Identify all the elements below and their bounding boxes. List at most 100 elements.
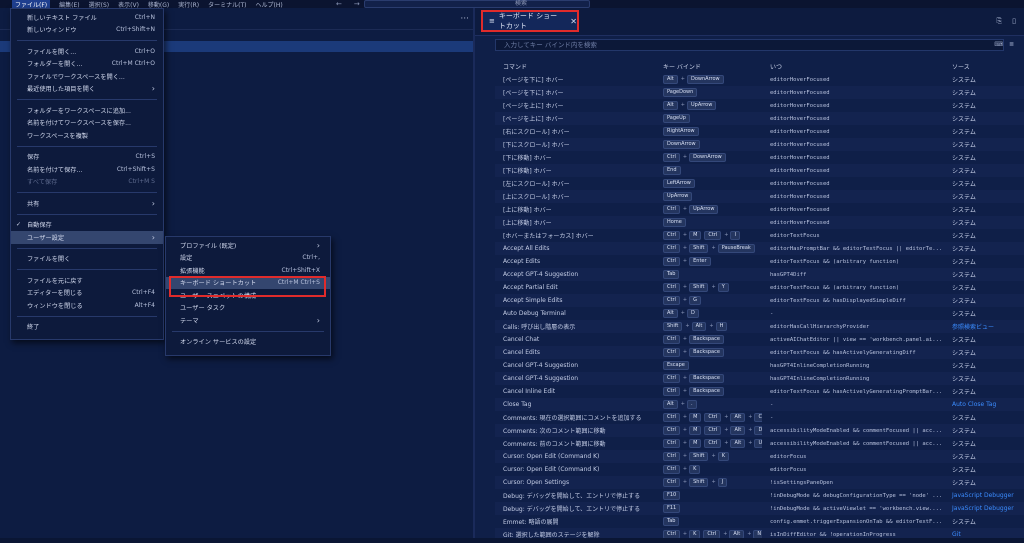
menu-item[interactable]: オンライン サービスの設定 bbox=[166, 336, 330, 349]
when-cell: hasGPT4InlineCompletionRunning bbox=[770, 362, 870, 369]
menu-item[interactable]: 最近使用した項目を開く › bbox=[11, 83, 163, 96]
menu-item[interactable]: ファイルを開く... Ctrl+O bbox=[11, 45, 163, 58]
source-cell[interactable]: Auto Close Tag bbox=[944, 398, 1024, 411]
key-badge: DownArrow bbox=[663, 140, 700, 149]
table-row[interactable]: Cancel GPT-4 Suggestion Escape hasGPT4Inli… bbox=[495, 359, 1024, 372]
key-badge: Down bbox=[754, 426, 762, 435]
column-header[interactable]: いつ bbox=[762, 60, 944, 73]
menu-item[interactable]: キーボード ショートカット Ctrl+M Ctrl+S bbox=[166, 276, 330, 289]
key-badge: Shift bbox=[689, 283, 709, 292]
command-cell: Accept Partial Edit bbox=[503, 284, 558, 291]
source-cell[interactable]: JavaScript Debugger bbox=[944, 502, 1024, 515]
keybindings-search-input[interactable]: 入力してキー バインド内を検索 bbox=[495, 39, 1004, 51]
menu-separator bbox=[17, 145, 157, 147]
when-cell: !inDebugMode && activeViewlet == 'workbe… bbox=[762, 502, 944, 515]
more-actions-icon[interactable]: ··· bbox=[460, 14, 469, 24]
table-row[interactable]: [下にスクロール] ホバー DownArrow editorHoverFocused… bbox=[495, 138, 1024, 151]
record-keys-icon[interactable]: ⌨ bbox=[994, 41, 1003, 48]
plus-sign: + bbox=[682, 427, 688, 433]
table-row[interactable]: Accept Edits Ctrl + Enter editorTextFocus &&… bbox=[495, 255, 1024, 268]
sort-by-precedence-icon[interactable]: ≣ bbox=[1009, 41, 1014, 48]
column-header[interactable]: キー バインド bbox=[655, 60, 762, 73]
menu-item[interactable]: 新しいテキスト ファイル Ctrl+N bbox=[11, 11, 163, 24]
table-row[interactable]: Accept Simple Edits Ctrl + GeditorTextFocus… bbox=[495, 294, 1024, 307]
table-row[interactable]: Debug: デバッグを開始して、エントリで停止する F11 !inDebugMod… bbox=[495, 502, 1024, 515]
table-row[interactable]: Cursor: Open Edit (Command K) Ctrl + Kedito… bbox=[495, 463, 1024, 476]
column-header[interactable]: コマンド bbox=[495, 60, 655, 73]
table-row[interactable]: Comments: 次のコメント範囲に移動Ctrl+M Ctrl+Alt+Dow… bbox=[495, 424, 1024, 437]
menu-item[interactable]: ファイルを元に戻す bbox=[11, 274, 163, 287]
table-row[interactable]: Cursor: Open Edit (Command K) Ctrl + Shift +… bbox=[495, 450, 1024, 463]
menu-item[interactable]: 新しいウィンドウ Ctrl+Shift+N bbox=[11, 24, 163, 37]
menu-item[interactable]: ワークスペースを複製 bbox=[11, 129, 163, 142]
split-editor-icon[interactable]: ▯ bbox=[1012, 17, 1016, 26]
table-row[interactable]: Debug: デバッグを開始して、エントリで停止する F10 !inDebugMod… bbox=[495, 489, 1024, 502]
table-row[interactable]: Accept GPT-4 Suggestion Tab hasGPT4Diff システ… bbox=[495, 268, 1024, 281]
source-cell[interactable]: 参照検索ビュー bbox=[944, 320, 1024, 333]
menu-separator bbox=[17, 247, 157, 249]
keybinding-cell: Ctrl + Backspace bbox=[655, 385, 762, 398]
table-row[interactable]: Close Tag Alt +. - Auto Close Tag bbox=[495, 398, 1024, 411]
table-row[interactable]: [左にスクロール] ホバー LeftArrow editorHoverFocused… bbox=[495, 177, 1024, 190]
table-row[interactable]: [ページを下に] ホバー PageDown editorHoverFocused シス… bbox=[495, 86, 1024, 99]
menu-item[interactable]: フォルダーを開く... Ctrl+M Ctrl+O bbox=[11, 58, 163, 71]
menu-item[interactable]: ファイルを開く bbox=[11, 253, 163, 266]
table-row[interactable]: Cancel Inline Edit Ctrl + Backspace editorTe… bbox=[495, 385, 1024, 398]
keybinding-cell: Ctrl + M Ctrl + I bbox=[655, 229, 762, 242]
menu-item[interactable]: テーマ › bbox=[166, 314, 330, 327]
close-tab-icon[interactable]: ✕ bbox=[570, 17, 577, 26]
table-row[interactable]: Auto Debug Terminal Alt + D - システム bbox=[495, 307, 1024, 320]
menu-item[interactable]: ユーザー スニペットの構成 bbox=[166, 289, 330, 302]
table-row[interactable]: [ホバーまたはフォーカス] ホバー Ctrl + M Ctrl + IeditorText… bbox=[495, 229, 1024, 242]
menu-item[interactable]: 終了 bbox=[11, 321, 163, 334]
table-row[interactable]: Accept All Edits Ctrl + Shift + PauseBreak edi… bbox=[495, 242, 1024, 255]
table-row[interactable]: Cancel GPT-4 Suggestion Ctrl + Backspace has… bbox=[495, 372, 1024, 385]
menu-item[interactable]: 保存 Ctrl+S bbox=[11, 151, 163, 164]
table-row[interactable]: [ページを上に] ホバー PageUp editorHoverFocused システム bbox=[495, 112, 1024, 125]
table-row[interactable]: [右にスクロール] ホバー RightArrow editorHoverFocuse… bbox=[495, 125, 1024, 138]
menu-item[interactable]: 設定 Ctrl+, bbox=[166, 252, 330, 265]
table-row[interactable]: Comments: 前のコメント範囲に移動Ctrl+M Ctrl+Alt+UpA… bbox=[495, 437, 1024, 450]
when-cell: editorFocus bbox=[770, 466, 807, 473]
table-row[interactable]: Cancel Edits Ctrl + Backspace editorTextFocu… bbox=[495, 346, 1024, 359]
menu-item[interactable]: フォルダーをワークスペースに追加... bbox=[11, 104, 163, 117]
menu-item-label: オンライン サービスの設定 bbox=[180, 339, 257, 347]
table-row[interactable]: [ページを上に] ホバー Alt + UpArrow editorHoverFocuse… bbox=[495, 99, 1024, 112]
table-row[interactable]: Calls: 呼び出し階層の表示 Shift + Alt + HeditorHasCall… bbox=[495, 320, 1024, 333]
source-cell: システム bbox=[944, 372, 1024, 385]
when-cell: hasGPT4Diff bbox=[762, 268, 944, 281]
menu-item[interactable]: 拡張機能 Ctrl+Shift+X bbox=[166, 264, 330, 277]
open-json-icon[interactable]: ⎘ bbox=[997, 17, 1003, 26]
table-row[interactable]: [上に移動] ホバー Ctrl + UpArrow editorHoverFocused… bbox=[495, 203, 1024, 216]
table-row[interactable]: Accept Partial Edit Ctrl + Shift + YeditorTex… bbox=[495, 281, 1024, 294]
forward-arrow-icon[interactable]: → bbox=[354, 0, 360, 8]
menu-item-label: 新しいテキスト ファイル bbox=[27, 14, 97, 22]
tab-keyboard-shortcuts[interactable]: ≡ キーボード ショートカット ✕ bbox=[481, 10, 579, 32]
table-row[interactable]: [下に移動] ホバー End editorHoverFocused システム bbox=[495, 164, 1024, 177]
table-row[interactable]: Cursor: Open Settings Ctrl + Shift + J !isSett… bbox=[495, 476, 1024, 489]
source-cell[interactable]: JavaScript Debugger bbox=[944, 489, 1024, 502]
table-row[interactable]: [下に移動] ホバー Ctrl + DownArrow editorHoverFocus… bbox=[495, 151, 1024, 164]
menu-item[interactable]: ユーザー タスク bbox=[166, 302, 330, 315]
menu-item[interactable]: プロファイル (既定) › bbox=[166, 239, 330, 252]
back-arrow-icon[interactable]: ← bbox=[336, 0, 342, 8]
menu-item[interactable]: 名前を付けてワークスペースを保存... bbox=[11, 117, 163, 130]
table-row[interactable]: Cancel Chat Ctrl + Backspace activeAIChatEdi… bbox=[495, 333, 1024, 346]
table-row[interactable]: [ページを下に] ホバー Alt + DownArrow editorHoverFocu… bbox=[495, 73, 1024, 86]
table-row[interactable]: [上にスクロール] ホバー UpArrow editorHoverFocused シス… bbox=[495, 190, 1024, 203]
key-badge: Shift bbox=[689, 478, 709, 487]
command-center-search[interactable]: 検索 bbox=[364, 0, 590, 8]
menu-item[interactable]: ウィンドウを閉じる Alt+F4 bbox=[11, 299, 163, 312]
command-cell: Cursor: Open Settings bbox=[495, 476, 655, 489]
table-row[interactable]: [上に移動] ホバー Home editorHoverFocused システム bbox=[495, 216, 1024, 229]
menu-item[interactable]: 共有 › bbox=[11, 197, 163, 210]
menu-item[interactable]: ファイルでワークスペースを開く... bbox=[11, 70, 163, 83]
menu-item[interactable]: ユーザー設定 › bbox=[11, 231, 163, 244]
command-cell: [下にスクロール] ホバー bbox=[495, 138, 655, 151]
menu-item[interactable]: 名前を付けて保存... Ctrl+Shift+S bbox=[11, 163, 163, 176]
table-row[interactable]: Emmet: 略語の展開 Tab config.emmet.triggerExpan… bbox=[495, 515, 1024, 528]
menu-item[interactable]: 自動保存 bbox=[11, 219, 163, 232]
menu-item[interactable]: エディターを閉じる Ctrl+F4 bbox=[11, 287, 163, 300]
column-header[interactable]: ソース bbox=[944, 60, 1024, 73]
table-row[interactable]: Comments: 現在の選択範囲にコメントを追加する Ctrl + M Ctrl + A… bbox=[495, 411, 1024, 424]
